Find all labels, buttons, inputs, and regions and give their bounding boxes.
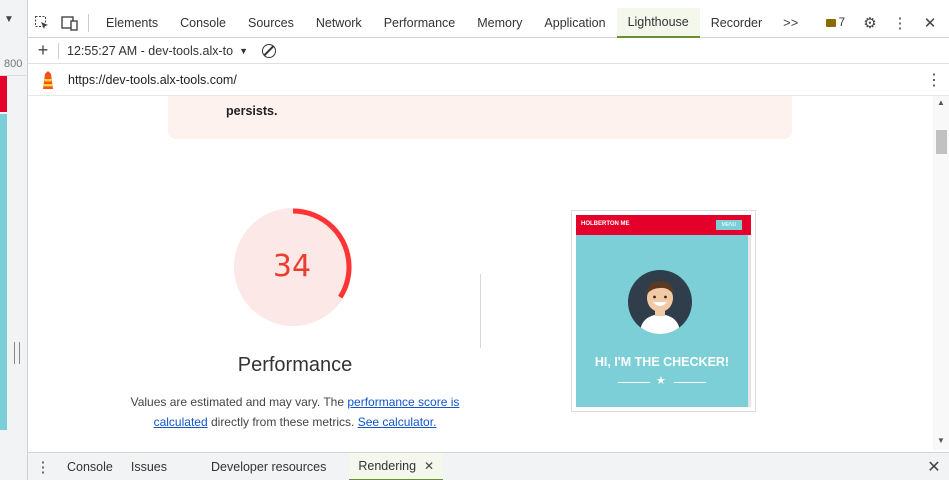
see-calculator-link[interactable]: See calculator. bbox=[358, 415, 437, 429]
more-tabs-button[interactable]: >> bbox=[773, 15, 808, 30]
scroll-up-icon[interactable]: ▲ bbox=[937, 98, 945, 107]
avatar bbox=[628, 270, 692, 334]
tab-application[interactable]: Application bbox=[533, 8, 616, 38]
settings-gear-icon[interactable]: ⚙ bbox=[857, 10, 883, 36]
star-icon: ★ bbox=[656, 375, 666, 387]
toolbar-right: 7 ⚙ ⋮ ✕ bbox=[818, 10, 949, 36]
warning-box: persists. bbox=[168, 96, 792, 139]
issues-badge[interactable]: 7 bbox=[818, 17, 853, 29]
message-icon bbox=[825, 18, 836, 27]
tab-lighthouse[interactable]: Lighthouse bbox=[616, 7, 700, 38]
lighthouse-logo-icon bbox=[28, 70, 68, 90]
close-tab-icon[interactable]: ✕ bbox=[424, 459, 434, 473]
drawer-tab-developer-resources[interactable]: Developer resources bbox=[202, 453, 335, 480]
performance-gauge[interactable]: 34 bbox=[232, 206, 362, 336]
vertical-scrollbar[interactable]: ▲ ▼ bbox=[933, 96, 949, 450]
inspect-element-icon[interactable] bbox=[28, 8, 56, 38]
new-report-button[interactable]: + bbox=[28, 40, 58, 61]
category-description: Values are estimated and may vary. The p… bbox=[128, 392, 462, 432]
decor-line bbox=[674, 382, 706, 383]
tab-network[interactable]: Network bbox=[305, 8, 373, 38]
close-devtools-icon[interactable]: ✕ bbox=[917, 10, 943, 36]
screenshot-page: HOLBERTON ME MENU HI, I'M THE CHECKER! ★ bbox=[576, 215, 751, 407]
screenshot-scrollbar bbox=[748, 235, 751, 407]
final-screenshot[interactable]: HOLBERTON ME MENU HI, I'M THE CHECKER! ★ bbox=[571, 210, 756, 412]
decor-line bbox=[618, 382, 650, 383]
tab-memory[interactable]: Memory bbox=[466, 8, 533, 38]
devtools-window: ▼ 800 Elements Console Sources Network P… bbox=[0, 0, 949, 480]
drawer-tab-rendering[interactable]: Rendering ✕ bbox=[349, 452, 444, 480]
clear-reports-icon[interactable] bbox=[261, 43, 276, 58]
close-drawer-icon[interactable]: ✕ bbox=[919, 457, 949, 477]
performance-score: 34 bbox=[272, 248, 312, 284]
screenshot-headline: HI, I'M THE CHECKER! bbox=[594, 355, 730, 369]
tab-console[interactable]: Console bbox=[169, 8, 237, 38]
warning-text: persists. bbox=[226, 104, 278, 118]
screenshot-header: HOLBERTON ME MENU bbox=[576, 215, 751, 235]
tab-elements[interactable]: Elements bbox=[95, 8, 169, 38]
drawer-tab-console[interactable]: Console bbox=[58, 453, 122, 480]
resize-grip[interactable] bbox=[14, 342, 20, 364]
drawer-tab-issues[interactable]: Issues bbox=[122, 453, 176, 480]
screenshot-menu-button: MENU bbox=[716, 220, 742, 230]
tab-recorder[interactable]: Recorder bbox=[700, 8, 773, 38]
page-body-sliver bbox=[0, 114, 7, 430]
screenshot-brand: HOLBERTON ME bbox=[581, 221, 630, 227]
scrollbar-thumb[interactable] bbox=[936, 130, 947, 154]
report-menu-icon[interactable]: ⋮ bbox=[919, 70, 949, 90]
description-text: Values are estimated and may vary. The bbox=[130, 395, 348, 409]
chevron-down-icon[interactable]: ▼ bbox=[239, 46, 248, 56]
report-selector[interactable]: 12:55:27 AM - dev-tools.alx-to bbox=[67, 44, 233, 58]
more-options-icon[interactable]: ⋮ bbox=[887, 10, 913, 36]
device-toolbar-icon[interactable] bbox=[56, 8, 84, 38]
section-divider bbox=[480, 274, 481, 348]
page-strip: ▼ 800 bbox=[0, 0, 28, 480]
issues-count: 7 bbox=[838, 16, 845, 29]
dropdown-arrow-icon[interactable]: ▼ bbox=[4, 14, 14, 25]
report-content: persists. 34 Performance Values are esti… bbox=[28, 96, 933, 450]
scroll-down-icon[interactable]: ▼ bbox=[937, 436, 945, 445]
toolbar-separator bbox=[88, 13, 89, 32]
tab-performance[interactable]: Performance bbox=[373, 8, 467, 38]
tab-sources[interactable]: Sources bbox=[237, 8, 305, 38]
devtools-tabbar: Elements Console Sources Network Perform… bbox=[28, 7, 949, 38]
description-text: directly from these metrics. bbox=[207, 415, 358, 429]
category-title: Performance bbox=[237, 354, 353, 376]
drawer-menu-icon[interactable]: ⋮ bbox=[28, 458, 58, 476]
lighthouse-toolbar: + 12:55:27 AM - dev-tools.alx-to ▼ bbox=[28, 38, 949, 64]
bottom-drawer: ⋮ Console Issues Developer resources Ren… bbox=[28, 452, 949, 480]
drawer-tab-label: Rendering bbox=[358, 458, 417, 473]
toolbar-separator bbox=[58, 42, 59, 59]
report-url-row: https://dev-tools.alx-tools.com/ ⋮ bbox=[28, 64, 949, 96]
ruler-label: 800 bbox=[0, 58, 28, 76]
page-header-sliver bbox=[0, 76, 7, 112]
report-url[interactable]: https://dev-tools.alx-tools.com/ bbox=[68, 73, 237, 87]
